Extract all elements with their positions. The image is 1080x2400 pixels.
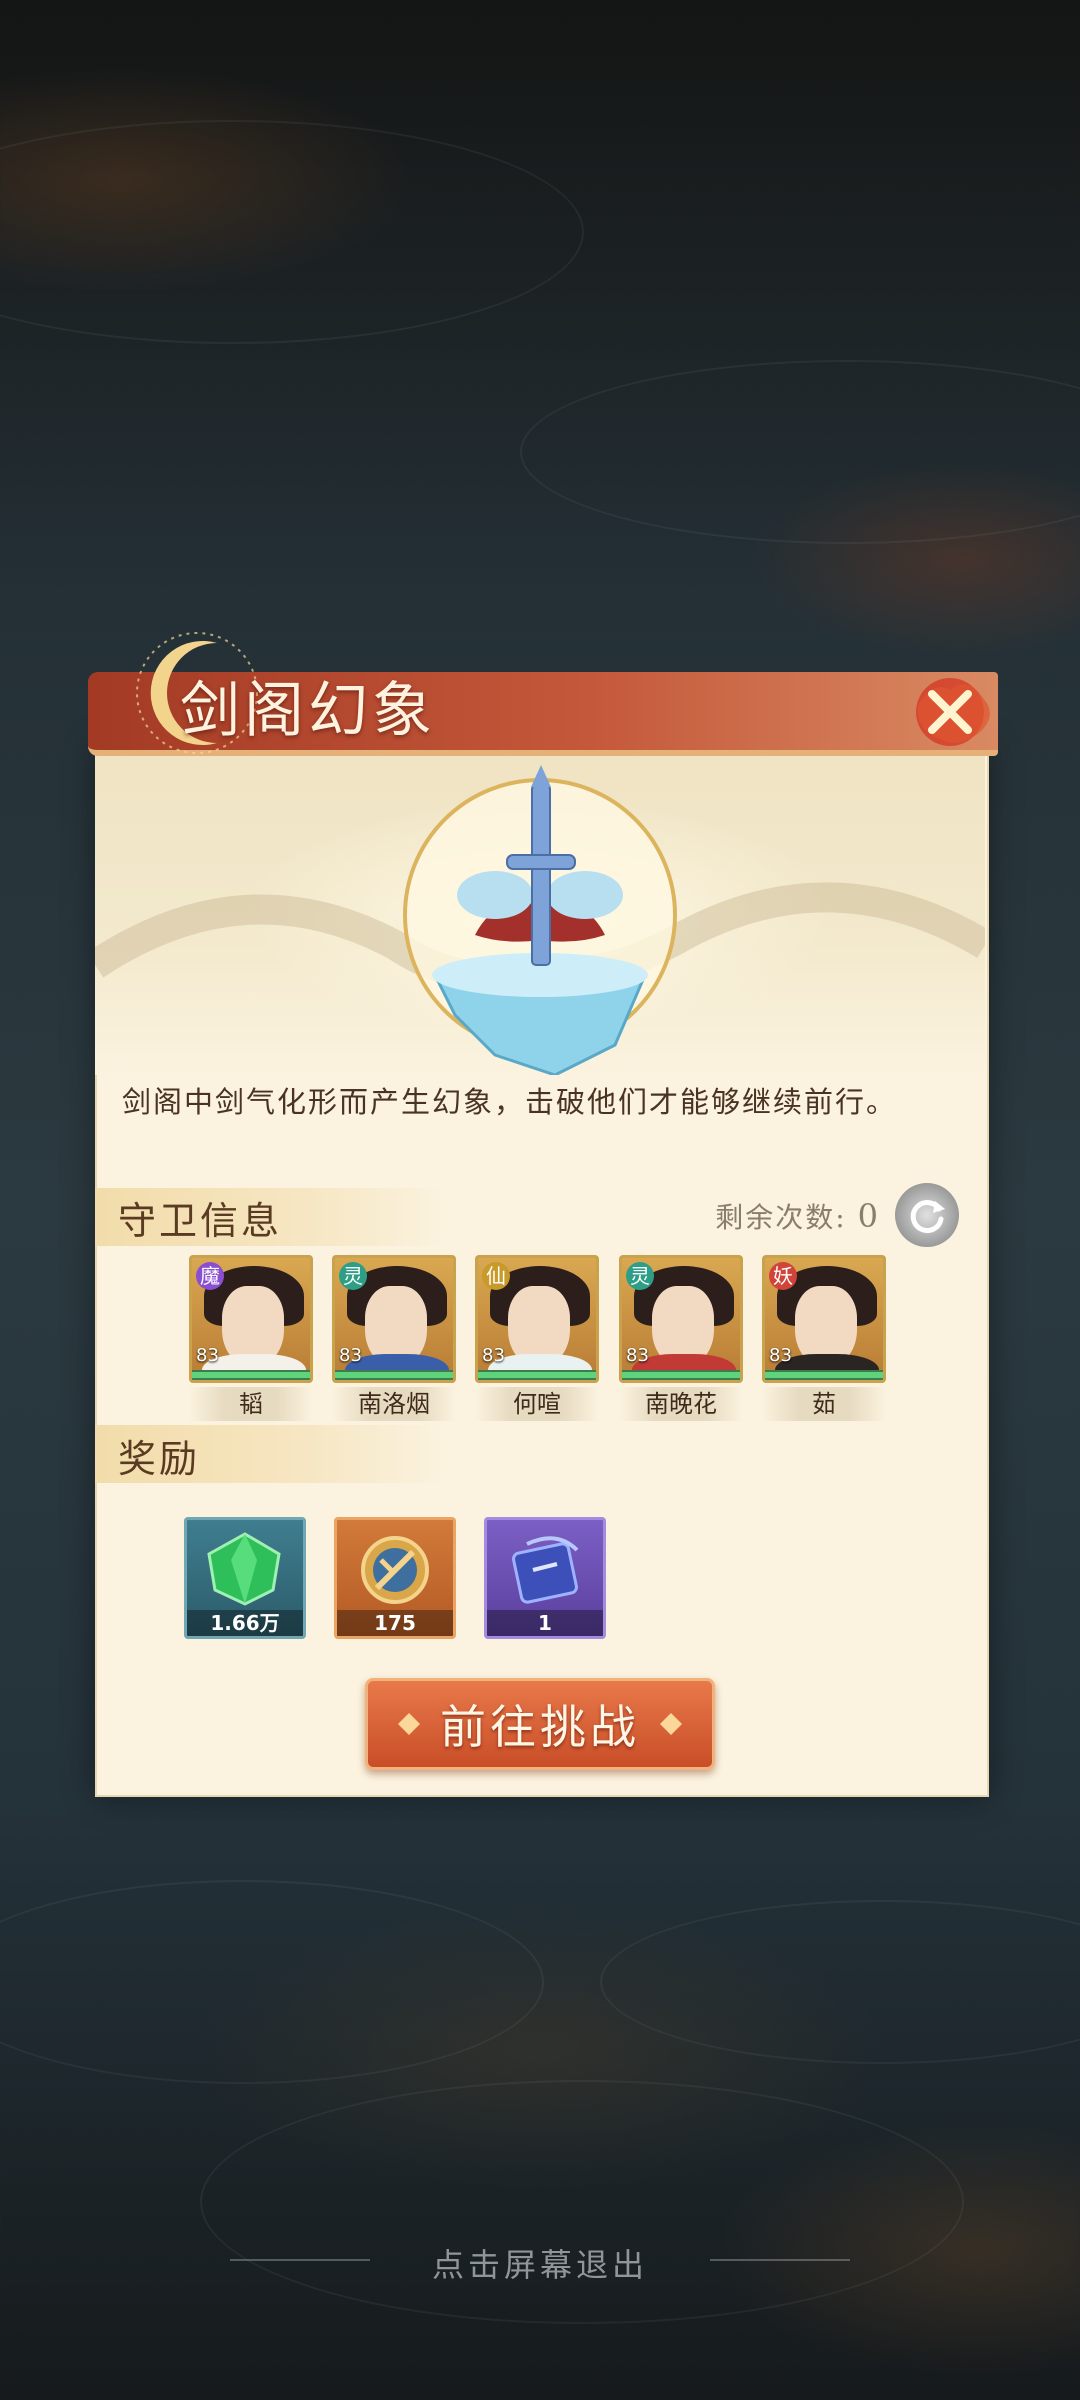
refresh-icon xyxy=(910,1200,945,1234)
faction-badge: 妖 xyxy=(769,1262,797,1290)
exit-hint[interactable]: 点击屏幕退出 xyxy=(0,2240,1080,2286)
guard-level: 83 xyxy=(626,1345,649,1366)
guard-hp-bar xyxy=(622,1370,740,1380)
guard-hp-bar xyxy=(335,1370,453,1380)
go-challenge-button[interactable]: 前往挑战 xyxy=(365,1678,715,1770)
dialog-title: 剑阁幻象 xyxy=(180,676,436,746)
guard-hp-bar xyxy=(478,1370,596,1380)
faction-badge: 灵 xyxy=(626,1262,654,1290)
guard-name: 南晚花 xyxy=(619,1387,743,1421)
guard-portrait: 魔 83 xyxy=(189,1255,313,1383)
rewards-section-title: 奖励 xyxy=(118,1437,201,1481)
guard-level: 83 xyxy=(339,1345,362,1366)
reward-count: 1 xyxy=(487,1610,603,1636)
close-icon xyxy=(916,678,990,746)
reward-item[interactable]: 175 xyxy=(334,1517,456,1639)
guard-level: 83 xyxy=(482,1345,505,1366)
faction-badge: 魔 xyxy=(196,1262,224,1290)
guard-name: 南洛烟 xyxy=(332,1387,456,1421)
reward-item[interactable]: 1.66万 xyxy=(184,1517,306,1639)
refresh-button[interactable] xyxy=(895,1183,959,1247)
floating-sword-island-icon xyxy=(95,765,985,1075)
guard-level: 83 xyxy=(769,1345,792,1366)
close-button[interactable] xyxy=(898,660,1008,760)
guard-portrait: 灵 83 xyxy=(619,1255,743,1383)
guard-portrait: 妖 83 xyxy=(762,1255,886,1383)
guard-card[interactable]: 妖 83 茹 xyxy=(762,1255,886,1421)
guard-card[interactable]: 魔 83 韬 xyxy=(189,1255,313,1421)
reward-count: 175 xyxy=(337,1610,453,1636)
diamond-ornament-icon xyxy=(660,1713,682,1735)
reward-item[interactable]: 1 xyxy=(484,1517,606,1639)
remaining-attempts-label: 剩余次数: xyxy=(715,1201,847,1234)
guard-card[interactable]: 灵 83 南晚花 xyxy=(619,1255,743,1421)
guard-name: 茹 xyxy=(762,1387,886,1421)
guard-hp-bar xyxy=(765,1370,883,1380)
go-challenge-label: 前往挑战 xyxy=(440,1700,640,1754)
guard-card[interactable]: 灵 83 南洛烟 xyxy=(332,1255,456,1421)
guard-portrait: 灵 83 xyxy=(332,1255,456,1383)
faction-badge: 仙 xyxy=(482,1262,510,1290)
guard-portrait: 仙 83 xyxy=(475,1255,599,1383)
guard-name: 何喧 xyxy=(475,1387,599,1421)
guard-name: 韬 xyxy=(189,1387,313,1421)
faction-badge: 灵 xyxy=(339,1262,367,1290)
diamond-ornament-icon xyxy=(398,1713,420,1735)
sword-coin-icon xyxy=(361,1536,429,1604)
purple-scroll-icon xyxy=(512,1536,579,1604)
remaining-attempts-value: 0 xyxy=(857,1197,880,1235)
reward-count: 1.66万 xyxy=(187,1610,303,1636)
guard-level: 83 xyxy=(196,1345,219,1366)
dialog-description: 剑阁中剑气化形而产生幻象，击破他们才能够继续前行。 xyxy=(122,1085,898,1119)
remaining-attempts: 剩余次数: 0 xyxy=(715,1196,880,1236)
guards-section-title: 守卫信息 xyxy=(118,1199,283,1243)
guard-card[interactable]: 仙 83 何喧 xyxy=(475,1255,599,1421)
green-jade-icon xyxy=(207,1532,281,1606)
hero-illustration xyxy=(95,745,985,1075)
guard-hp-bar xyxy=(192,1370,310,1380)
